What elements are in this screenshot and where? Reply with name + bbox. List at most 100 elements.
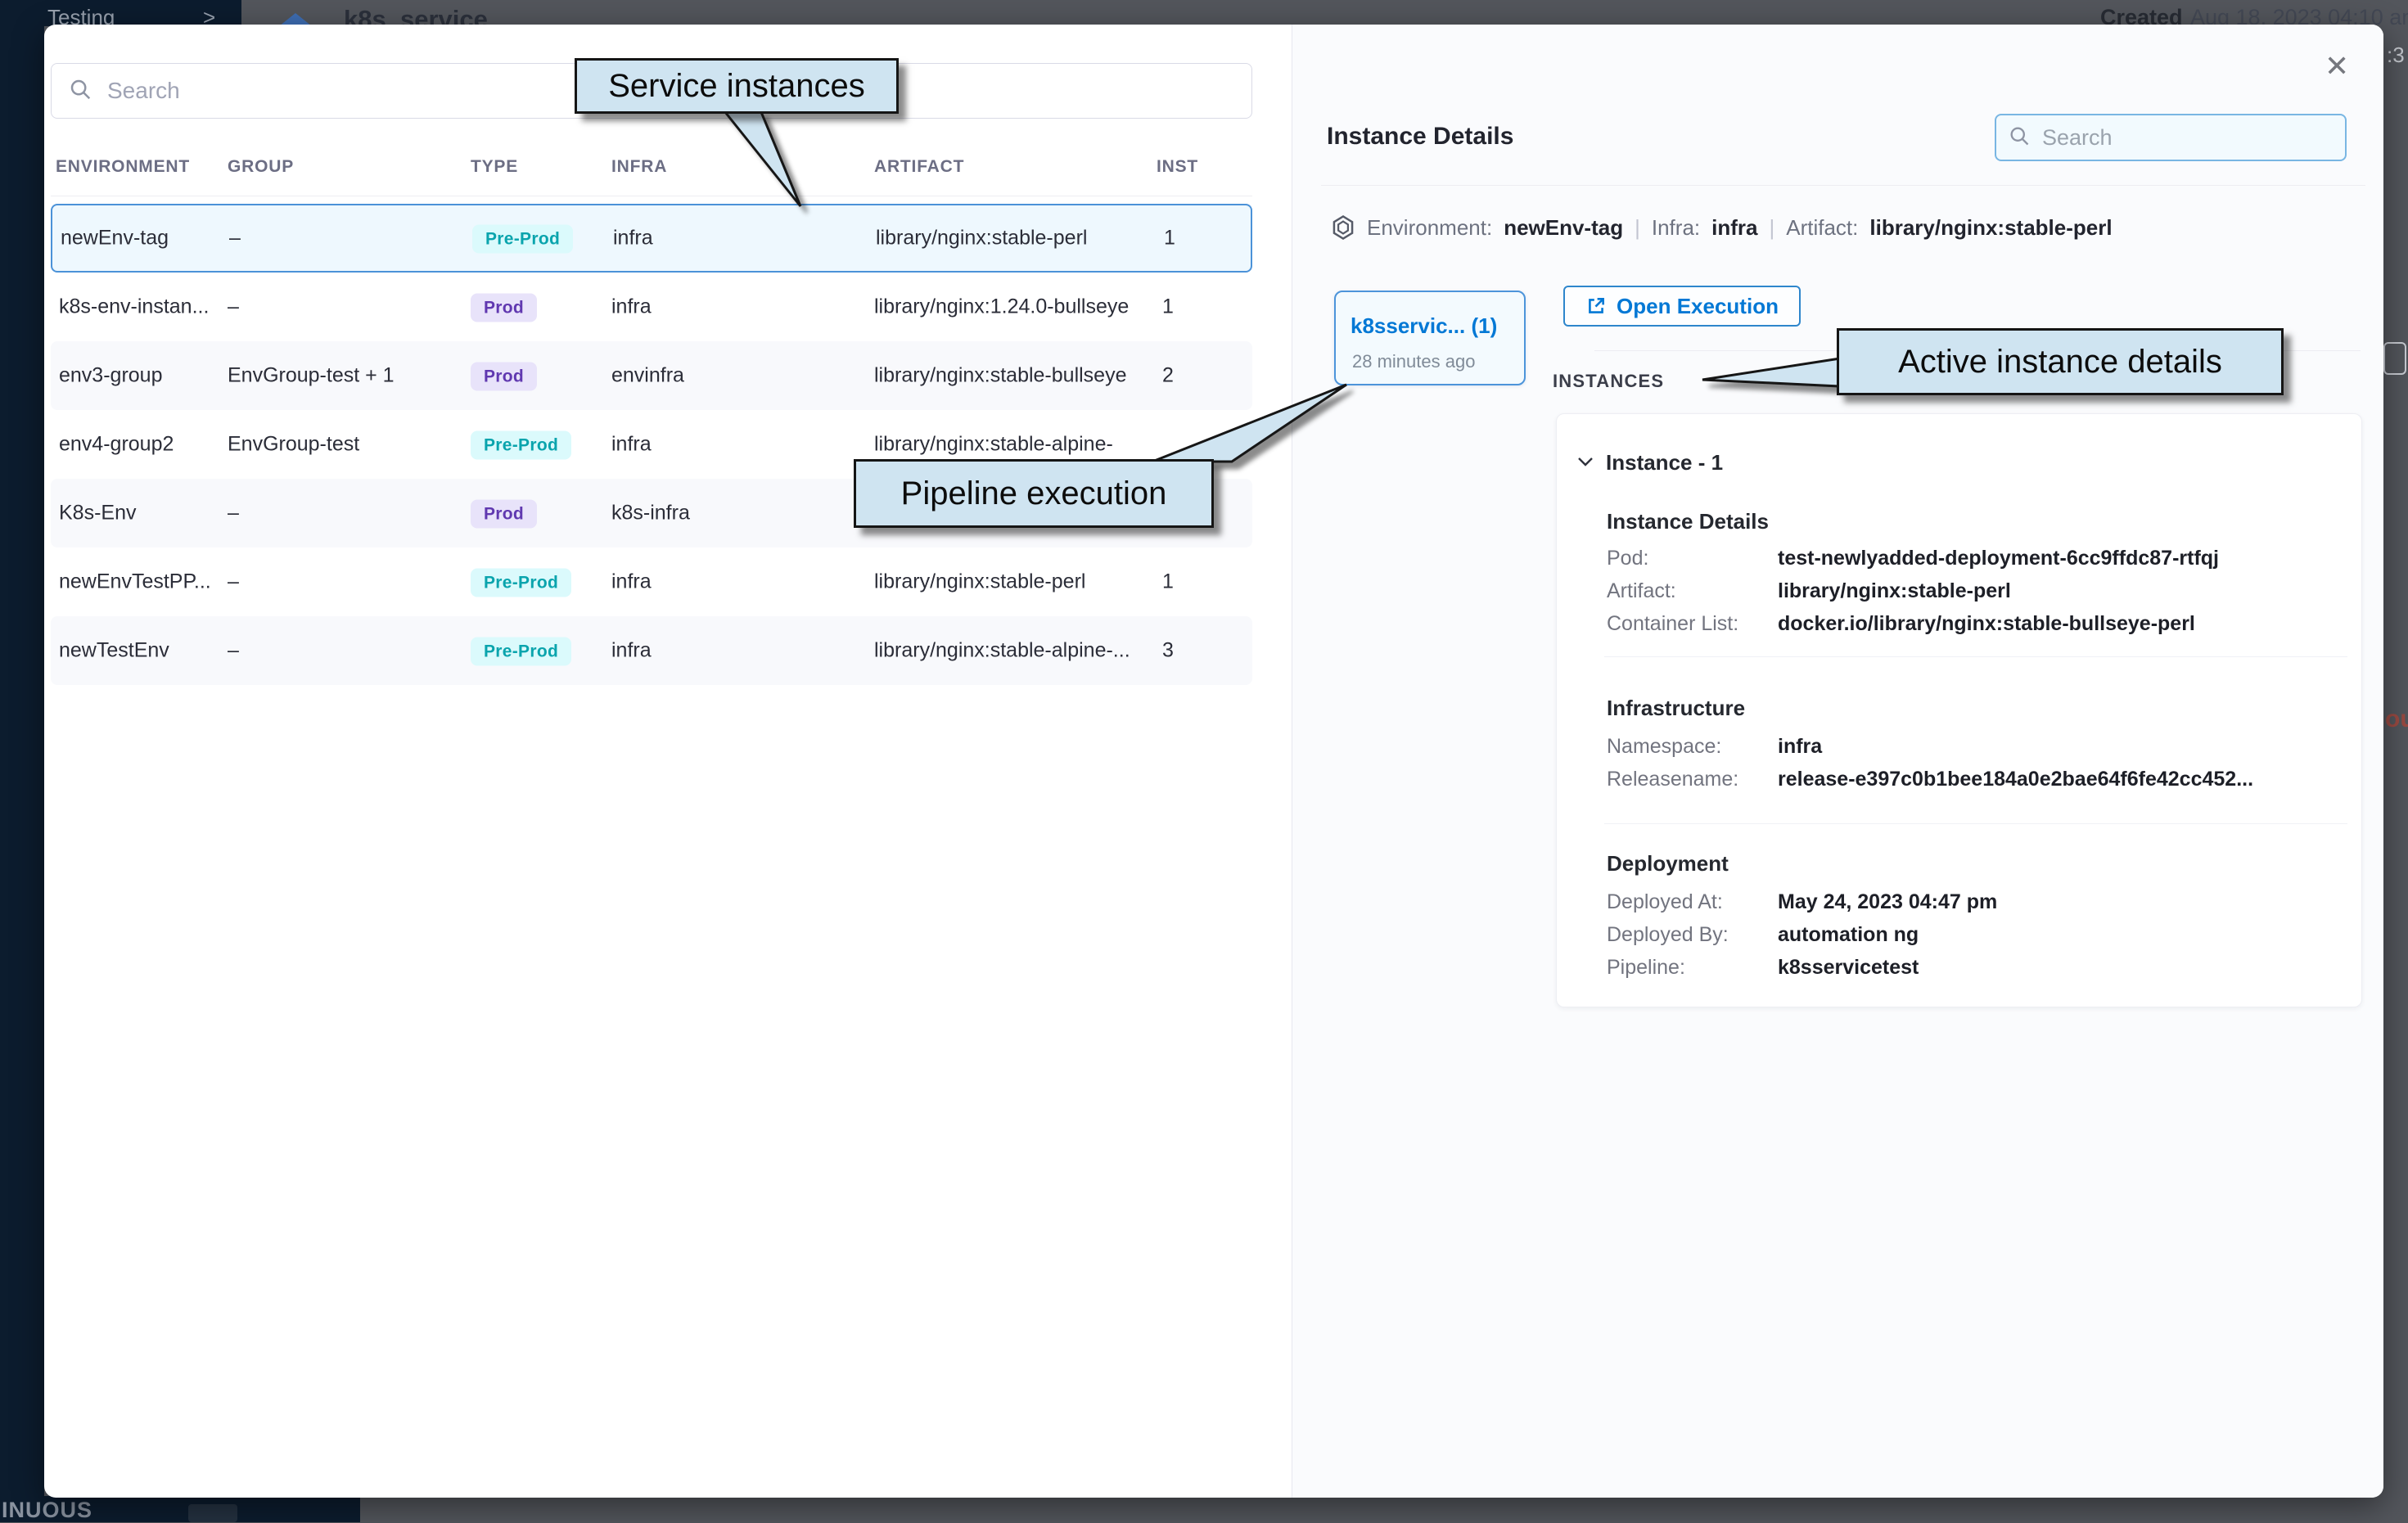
field-value: infra [1778,735,1822,759]
cell-group: – [228,295,239,319]
field-label: Deployed At: [1607,890,1723,914]
env-type-badge: Pre-Prod [472,225,573,254]
table-row-k8s-env-instance[interactable]: k8s-env-instan... – Prod infra library/n… [51,273,1252,341]
close-icon[interactable]: ✕ [2325,54,2349,79]
separator: | [1635,215,1640,241]
field-label: Artifact: [1607,579,1676,603]
env-type-badge: Pre-Prod [471,431,571,460]
field-label: Container List: [1607,612,1738,636]
cell-environment: newEnv-tag [61,227,169,250]
cell-artifact: library/nginx:stable-perl [874,570,1085,594]
execution-card[interactable]: k8sservic... (1) 28 minutes ago [1334,291,1526,385]
table-row-newTestEnv[interactable]: newTestEnv – Pre-Prod infra library/ngin… [51,616,1252,685]
cell-inst: 1 [1162,570,1174,594]
field-label: Releasename: [1607,768,1738,791]
env-type-badge: Prod [471,363,537,391]
cell-group: – [228,639,239,663]
field-value: May 24, 2023 04:47 pm [1778,890,1997,914]
edge-fragment-top: :3 [2387,43,2405,68]
instance-search-input[interactable] [2040,124,2320,151]
card-divider [1604,656,2347,657]
sidebar-left-strip [0,0,44,1522]
cell-environment: K8s-Env [59,502,136,525]
open-execution-label: Open Execution [1617,294,1779,319]
cell-environment: env4-group2 [59,433,174,457]
card-divider [1604,823,2347,824]
env-type-badge: Pre-Prod [471,638,571,666]
edge-button-fragment [2383,342,2406,375]
col-environment: ENVIRONMENT [56,157,190,177]
field-value: k8sservicetest [1778,956,1919,980]
field-value: test-newlyadded-deployment-6cc9ffdc87-rt… [1778,547,2219,570]
field-value: docker.io/library/nginx:stable-bullseye-… [1778,612,2195,636]
env-type-badge: Pre-Prod [471,569,571,597]
cell-environment: env3-group [59,364,162,388]
cell-infra: infra [611,639,652,663]
sidebar-nav-fragment: INUOUS [2,1498,92,1523]
col-type: TYPE [471,157,518,177]
cell-group: EnvGroup-test + 1 [228,364,395,388]
col-artifact: ARTIFACT [874,157,964,177]
cell-artifact: library/nginx:stable-alpine-... [874,639,1130,663]
environment-label: Environment: [1367,215,1492,241]
field-value: library/nginx:stable-perl [1778,579,2011,603]
external-link-icon [1585,295,1607,317]
cell-infra: infra [611,570,652,594]
instances-label: INSTANCES [1553,371,1664,392]
execution-time: 28 minutes ago [1352,351,1475,372]
cell-infra: infra [611,433,652,457]
cell-inst: 2 [1162,364,1174,388]
col-infra: INFRA [611,157,667,177]
instance-details-title: Instance Details [1327,123,1513,151]
cell-artifact: library/nginx:stable-alpine- [874,433,1113,457]
cell-inst: 3 [1162,639,1174,663]
table-row-newEnv-tag[interactable]: newEnv-tag – Pre-Prod infra library/ngin… [51,204,1252,273]
cell-environment: newEnvTestPP... [59,570,211,594]
cell-group: – [229,227,241,250]
open-execution-button[interactable]: Open Execution [1563,286,1801,327]
cell-infra: envinfra [611,364,684,388]
chevron-down-icon[interactable] [1576,457,1594,472]
env-type-badge: Prod [471,500,537,529]
env-type-badge: Prod [471,294,537,322]
cell-infra: k8s-infra [611,502,690,525]
environment-summary: Environment: newEnv-tag | Infra: infra |… [1331,214,2113,241]
callout-active-instance-details: Active instance details [1837,328,2284,395]
field-label: Namespace: [1607,735,1721,759]
cell-artifact: library/nginx:stable-perl [876,227,1087,250]
execution-name[interactable]: k8sservic... (1) [1351,313,1497,339]
field-value: release-e397c0b1bee184a0e2bae64f6fe42cc4… [1778,768,2253,791]
cell-group: EnvGroup-test [228,433,359,457]
instance-search-box[interactable] [1995,114,2347,161]
artifact-value: library/nginx:stable-perl [1869,215,2112,241]
artifact-label: Artifact: [1786,215,1858,241]
edge-fragment-mid: ou [2385,705,2408,733]
environment-icon [1331,214,1355,241]
search-icon [68,77,92,106]
cell-infra: infra [611,295,652,319]
cell-group: – [228,502,239,525]
cell-artifact: library/nginx:stable-bullseye [874,364,1126,388]
table-row-newEnvTestPP[interactable]: newEnvTestPP... – Pre-Prod infra library… [51,547,1252,616]
callout-pipeline-execution: Pipeline execution [854,459,1214,528]
instance-header[interactable]: Instance - 1 [1606,450,1723,475]
section-title: Instance Details [1607,509,1769,534]
sidebar-bottom-icon [188,1504,237,1522]
col-inst: INST [1157,157,1198,177]
cell-artifact: library/nginx:1.24.0-bullseye [874,295,1129,319]
col-group: GROUP [228,157,294,177]
table-row-env3-group[interactable]: env3-group EnvGroup-test + 1 Prod envinf… [51,341,1252,410]
callout-service-instances: Service instances [575,58,899,114]
right-panel-divider [1321,185,2365,186]
field-value: automation ng [1778,923,1919,947]
field-label: Deployed By: [1607,923,1729,947]
cell-environment: k8s-env-instan... [59,295,209,319]
field-label: Pipeline: [1607,956,1685,980]
cell-infra: infra [613,227,653,250]
infra-label: Infra: [1652,215,1700,241]
cell-environment: newTestEnv [59,639,169,663]
section-title: Infrastructure [1607,696,1745,721]
search-icon [2008,124,2031,151]
separator: | [1769,215,1774,241]
infra-value: infra [1711,215,1757,241]
